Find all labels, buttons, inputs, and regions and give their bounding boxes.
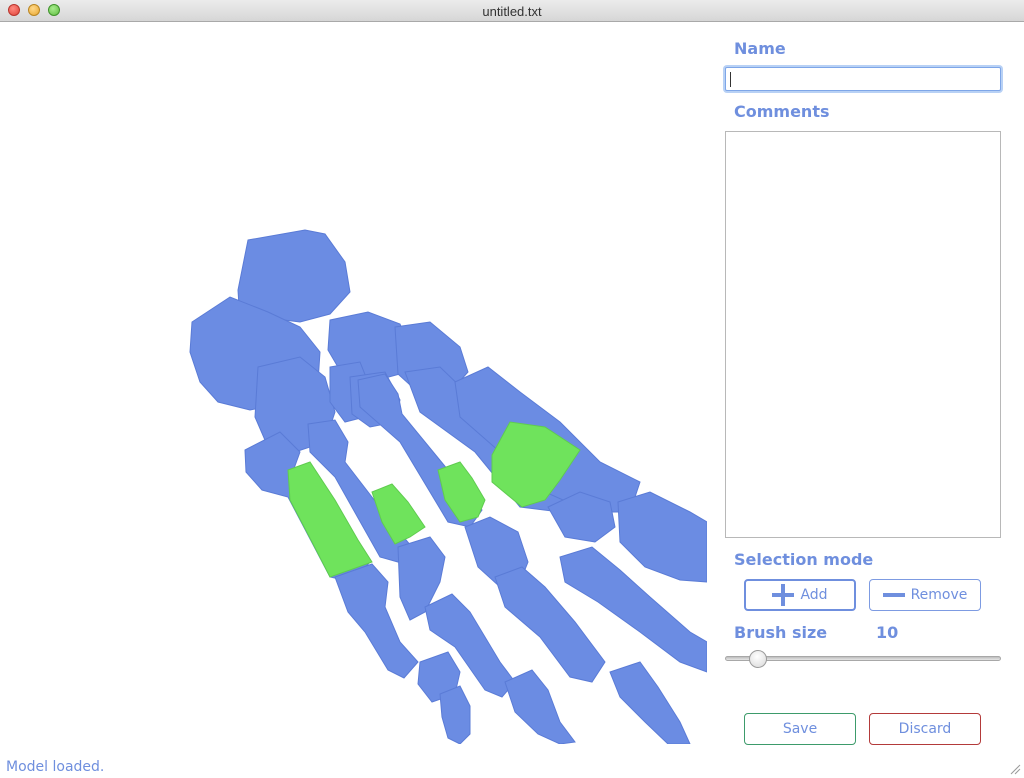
foot-bones-model[interactable] — [0, 22, 707, 744]
phalanx-1a-bone — [617, 491, 707, 583]
name-field[interactable] — [725, 67, 1001, 91]
minus-icon — [882, 593, 905, 597]
brush-size-label: Brush size — [734, 623, 828, 642]
discard-button[interactable]: Discard — [869, 713, 981, 745]
status-message: Model loaded. — [6, 759, 105, 775]
window-titlebar: untitled.txt — [0, 0, 1024, 22]
selection-mode-label: Selection mode — [734, 550, 874, 569]
text-caret — [730, 72, 731, 87]
window-title: untitled.txt — [482, 4, 542, 19]
comments-label: Comments — [734, 102, 830, 121]
save-button[interactable]: Save — [744, 713, 856, 745]
comments-field[interactable] — [725, 131, 1001, 538]
resize-grip-icon[interactable] — [1010, 764, 1021, 775]
model-viewport[interactable] — [0, 22, 707, 744]
phalanx-4c-bone — [504, 669, 576, 744]
name-label: Name — [734, 39, 786, 58]
remove-button-label: Remove — [910, 587, 968, 603]
brush-size-slider-thumb[interactable] — [749, 650, 767, 668]
remove-mode-button[interactable]: Remove — [869, 579, 981, 611]
phalanx-5c-bone — [439, 685, 471, 744]
phalanx-3c-bone — [609, 661, 691, 744]
add-mode-button[interactable]: Add — [744, 579, 856, 611]
brush-size-value: 10 — [876, 623, 899, 642]
plus-icon — [772, 584, 795, 606]
add-button-label: Add — [800, 587, 828, 603]
